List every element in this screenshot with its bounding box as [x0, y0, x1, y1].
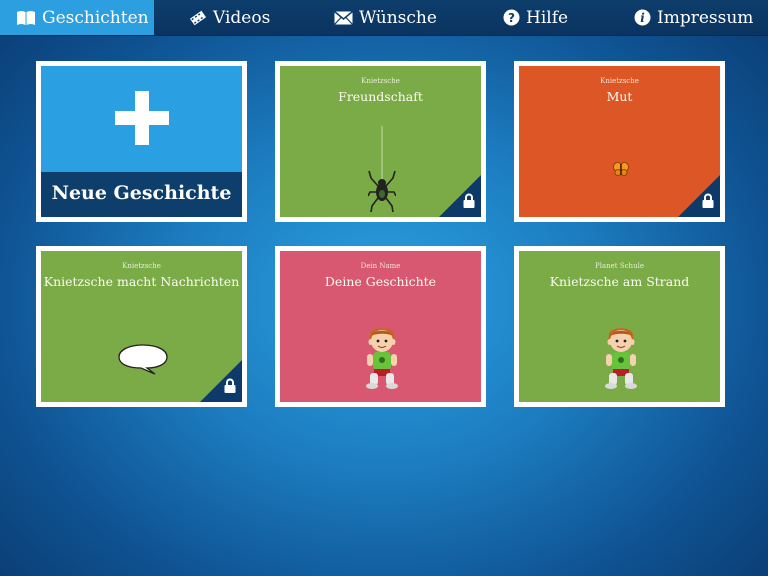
nav-tab-label: Geschichten: [42, 7, 149, 28]
new-story-card[interactable]: Neue Geschichte: [36, 61, 247, 222]
spider-icon: [367, 126, 397, 217]
story-card-mut[interactable]: Knietzsche Mut: [514, 61, 725, 222]
envelope-icon: [334, 10, 353, 25]
lock-icon: [702, 193, 714, 212]
new-story-label: Neue Geschichte: [51, 182, 232, 204]
story-author: Knietzsche: [122, 262, 161, 270]
nav-tab-label: Wünsche: [359, 7, 437, 28]
story-card-inner: Knietzsche Freundschaft: [280, 66, 481, 217]
nav-tab-label: Videos: [213, 7, 271, 28]
new-story-card-inner: Neue Geschichte: [41, 66, 242, 217]
story-card-am-strand[interactable]: Planet Schule Knietzsche am Strand: [514, 246, 725, 407]
story-card-inner: Planet Schule Knietzsche am Strand: [519, 251, 720, 402]
nav-tab-wuensche[interactable]: Wünsche: [334, 0, 437, 35]
top-navigation: Geschichten Videos Wünsche ? Hilfe i Imp…: [0, 0, 768, 36]
story-author: Knietzsche: [361, 77, 400, 85]
svg-text:?: ?: [508, 11, 515, 25]
info-icon: i: [634, 9, 651, 26]
nav-tab-label: Impressum: [657, 7, 754, 28]
nav-tab-label: Hilfe: [526, 7, 569, 28]
plus-icon: [115, 91, 169, 149]
lock-icon: [224, 378, 236, 397]
story-title: Knietzsche am Strand: [549, 274, 690, 289]
book-icon: [16, 10, 36, 26]
story-card-freundschaft[interactable]: Knietzsche Freundschaft: [275, 61, 486, 222]
story-card-deine-geschichte[interactable]: Dein Name Deine Geschichte: [275, 246, 486, 407]
story-author: Planet Schule: [595, 262, 644, 270]
story-title: Deine Geschichte: [324, 274, 437, 289]
speech-bubble-icon: [117, 343, 169, 379]
new-story-top: [41, 66, 242, 172]
nav-tab-hilfe[interactable]: ? Hilfe: [503, 0, 568, 35]
nav-tab-videos[interactable]: Videos: [189, 0, 270, 35]
nav-tab-geschichten[interactable]: Geschichten: [0, 0, 154, 35]
lock-icon: [463, 193, 475, 212]
film-icon: [189, 9, 207, 27]
nav-tab-impressum[interactable]: i Impressum: [634, 0, 753, 35]
story-title: Mut: [606, 89, 633, 104]
story-card-inner: Knietzsche Knietzsche macht Nachrichten: [41, 251, 242, 402]
new-story-bottom: Neue Geschichte: [41, 172, 242, 217]
story-title: Freundschaft: [338, 89, 423, 104]
story-card-inner: Knietzsche Mut: [519, 66, 720, 217]
svg-text:i: i: [640, 11, 645, 25]
story-title: Knietzsche macht Nachrichten: [43, 274, 240, 289]
boy-icon: [601, 323, 641, 393]
boy-icon: [362, 323, 402, 393]
butterfly-icon: [613, 161, 629, 180]
story-card-inner: Dein Name Deine Geschichte: [280, 251, 481, 402]
question-icon: ?: [503, 9, 520, 26]
story-card-nachrichten[interactable]: Knietzsche Knietzsche macht Nachrichten: [36, 246, 247, 407]
story-author: Knietzsche: [600, 77, 639, 85]
story-author: Dein Name: [360, 262, 401, 270]
